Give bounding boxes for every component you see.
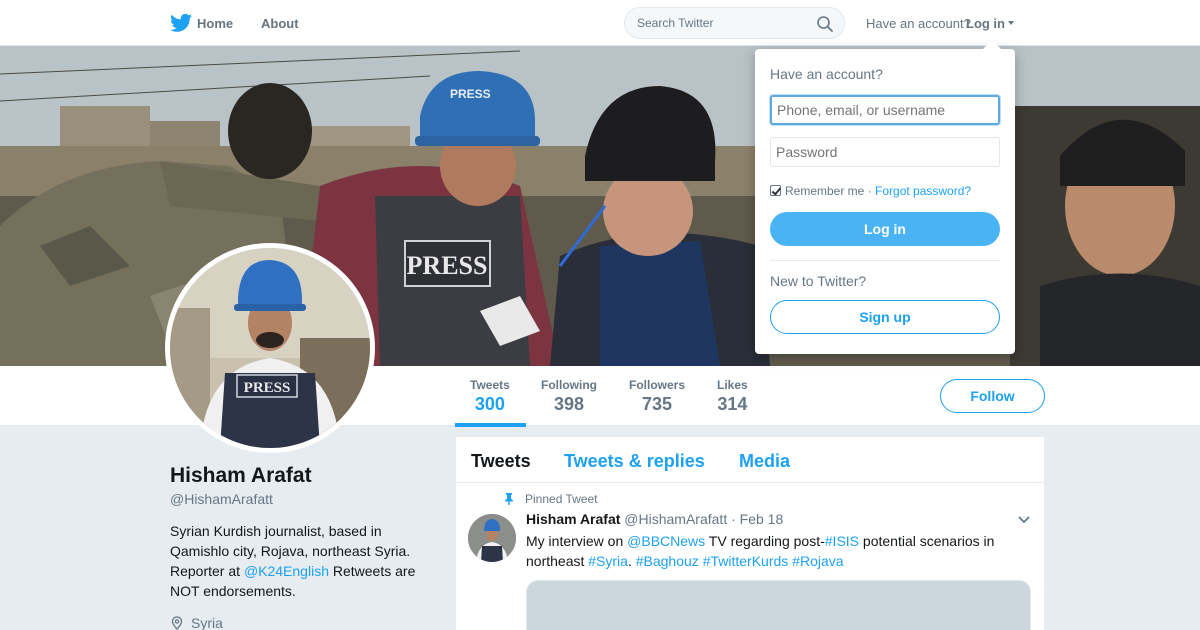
tweet-author-name[interactable]: Hisham Arafat (526, 511, 620, 527)
follow-button[interactable]: Follow (940, 379, 1045, 413)
login-button[interactable]: Log in (770, 212, 1000, 246)
nav-about-link[interactable]: About (261, 16, 299, 31)
tab-media[interactable]: Media (739, 451, 790, 472)
tab-tweets-replies[interactable]: Tweets & replies (564, 451, 705, 472)
tweet-mention-bbcnews[interactable]: @BBCNews (627, 533, 705, 549)
timeline-tabs: Tweets Tweets & replies Media (456, 437, 1044, 483)
stat-following-value: 398 (553, 394, 585, 414)
profile-location: Syria (170, 615, 223, 630)
stat-tweets-value: 300 (474, 394, 505, 414)
remember-separator: · (864, 184, 876, 198)
new-to-twitter-text: New to Twitter? (770, 273, 867, 289)
stat-tweets[interactable]: Tweets 300 (470, 378, 510, 415)
banner-press-label: PRESS (407, 251, 488, 280)
stat-followers-label: Followers (629, 378, 686, 392)
tweet-hashtag-rojava[interactable]: #Rojava (792, 553, 843, 569)
remember-row: Remember me · Forgot password? (770, 184, 971, 198)
search-icon[interactable] (816, 15, 834, 33)
avatar[interactable]: PRESS (165, 243, 375, 453)
tweet-text-1: My interview on (526, 533, 628, 549)
tweet-media-preview[interactable] (526, 580, 1031, 630)
tweet-header: Hisham Arafat @HishamArafatt · Feb 18 (526, 511, 783, 527)
tweet-hashtag-syria[interactable]: #Syria (588, 553, 628, 569)
stat-likes-value: 314 (717, 394, 748, 414)
stat-likes[interactable]: Likes 314 (717, 378, 748, 415)
have-account-text: Have an account? (866, 16, 971, 31)
signup-button[interactable]: Sign up (770, 300, 1000, 334)
tweet-hashtag-isis[interactable]: #ISIS (825, 533, 859, 549)
stat-likes-label: Likes (717, 378, 748, 392)
twitter-bird-icon[interactable] (170, 13, 192, 33)
forgot-password-link[interactable]: Forgot password? (875, 184, 971, 198)
tweet-text-4: . (627, 553, 636, 569)
tweet-hashtag-baghouz[interactable]: #Baghouz (636, 553, 699, 569)
login-menu-link[interactable]: Log in (966, 16, 1005, 31)
stat-following-label: Following (541, 378, 597, 392)
banner-helmet-label: PRESS (450, 87, 491, 101)
tweet-author-handle[interactable]: @HishamArafatt (624, 511, 727, 527)
stat-followers-value: 735 (641, 394, 673, 414)
avatar-photo: PRESS (170, 248, 370, 448)
remember-me-label[interactable]: Remember me (785, 184, 864, 198)
active-stat-indicator (455, 423, 526, 427)
caret-down-icon[interactable] (1008, 21, 1014, 25)
tweet-text-2: TV regarding post- (705, 533, 825, 549)
nav-home-link[interactable]: Home (197, 16, 233, 31)
search-input[interactable]: Search Twitter (637, 16, 713, 30)
stat-followers[interactable]: Followers 735 (629, 378, 685, 415)
timeline: Tweets Tweets & replies Media Pinned Twe… (456, 437, 1044, 630)
tweet-hashtag-twitterkurds[interactable]: #TwitterKurds (703, 553, 789, 569)
profile-bio: Syrian Kurdish journalist, based in Qami… (170, 521, 425, 601)
pin-icon (505, 493, 513, 505)
bio-mention-link[interactable]: @K24English (244, 563, 329, 579)
tweet-separator: · (731, 511, 736, 527)
dropdown-title: Have an account? (770, 66, 883, 82)
top-navigation-bar: Home About Search Twitter Have an accoun… (0, 0, 1200, 46)
location-pin-icon (171, 616, 183, 630)
tweet-avatar-photo (468, 514, 516, 562)
login-dropdown: Have an account? Remember me · Forgot pa… (755, 40, 1015, 354)
location-text: Syria (191, 615, 223, 630)
search-box[interactable]: Search Twitter (624, 7, 845, 39)
tweet-date[interactable]: Feb 18 (740, 511, 784, 527)
tweet-author-avatar[interactable] (468, 514, 516, 562)
profile-handle[interactable]: @HishamArafatt (170, 491, 273, 507)
stat-following[interactable]: Following 398 (541, 378, 597, 415)
password-field[interactable] (770, 137, 1000, 167)
pinned-tweet-label: Pinned Tweet (525, 492, 598, 506)
profile-name[interactable]: Hisham Arafat (170, 464, 312, 488)
tweet-text: My interview on @BBCNews TV regarding po… (526, 531, 1026, 571)
chevron-down-icon[interactable] (1017, 515, 1031, 525)
avatar-press-label: PRESS (244, 380, 291, 396)
tab-tweets[interactable]: Tweets (471, 451, 531, 472)
username-field[interactable] (770, 95, 1000, 125)
remember-me-checkbox[interactable] (770, 185, 781, 196)
stat-tweets-label: Tweets (470, 378, 510, 392)
dropdown-divider (770, 260, 1000, 261)
